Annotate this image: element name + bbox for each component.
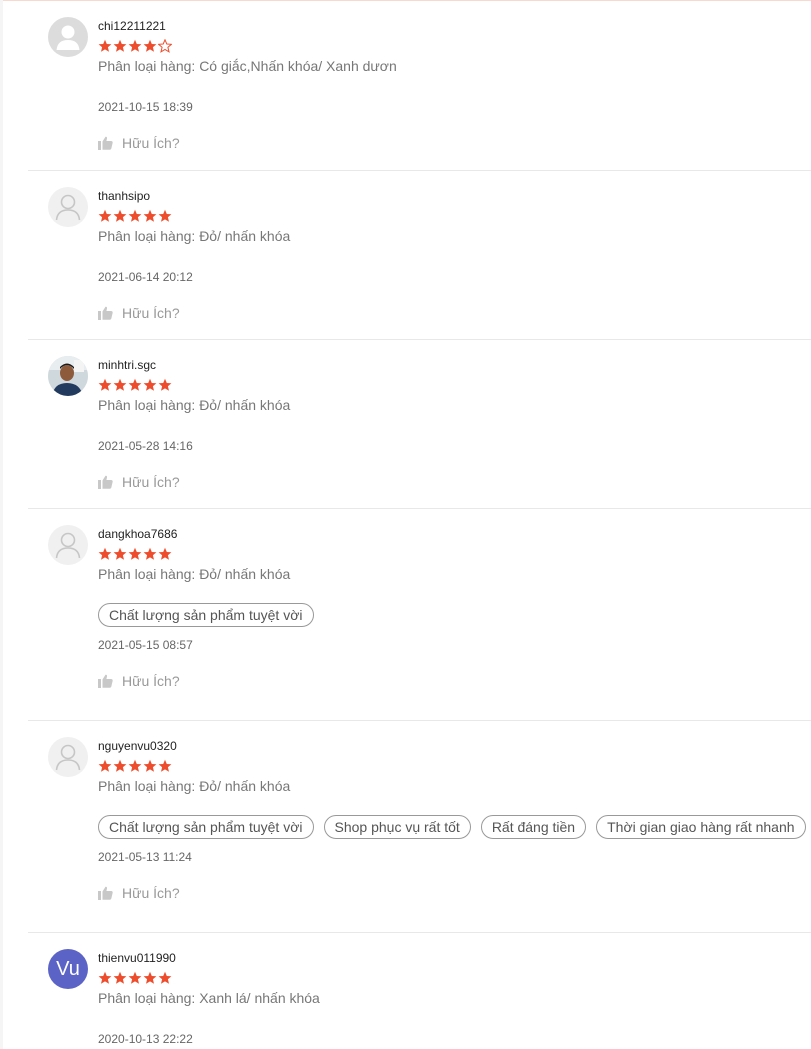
product-variation: Phân loại hàng: Đỏ/ nhấn khóa xyxy=(98,778,291,794)
review-tags: Chất lượng sản phẩm tuyệt vời xyxy=(98,603,811,627)
reviewer-username[interactable]: thanhsipo xyxy=(98,189,811,204)
product-variation: Phân loại hàng: Đỏ/ nhấn khóa xyxy=(98,566,291,582)
thumbs-up-icon xyxy=(98,306,113,320)
product-variation: Phân loại hàng: Đỏ/ nhấn khóa xyxy=(98,228,291,244)
rating-stars xyxy=(98,547,811,561)
product-variation: Phân loại hàng: Xanh lá/ nhấn khóa xyxy=(98,990,320,1006)
helpful-button[interactable]: Hữu Ích? xyxy=(98,305,811,321)
avatar[interactable] xyxy=(48,17,88,57)
review-item: chi12211221 Phân loại hàng: Có giắc,Nhấn… xyxy=(28,1,811,171)
helpful-label: Hữu Ích? xyxy=(122,673,180,689)
rating-stars xyxy=(98,759,811,773)
thumbs-up-icon xyxy=(98,475,113,489)
review-tag: Chất lượng sản phẩm tuyệt vời xyxy=(98,815,314,839)
avatar[interactable] xyxy=(48,737,88,777)
reviewer-username[interactable]: nguyenvu0320 xyxy=(98,739,811,754)
star-filled-icon xyxy=(98,547,112,561)
star-filled-icon xyxy=(113,971,127,985)
review-date: 2021-05-15 08:57 xyxy=(98,638,193,652)
rating-stars xyxy=(98,971,811,985)
avatar[interactable] xyxy=(48,525,88,565)
star-filled-icon xyxy=(98,39,112,53)
star-empty-icon xyxy=(158,39,172,53)
star-filled-icon xyxy=(113,547,127,561)
star-filled-icon xyxy=(143,209,157,223)
star-filled-icon xyxy=(158,378,172,392)
review-date: 2021-06-14 20:12 xyxy=(98,270,193,284)
star-filled-icon xyxy=(113,378,127,392)
star-filled-icon xyxy=(113,209,127,223)
helpful-button[interactable]: Hữu Ích? xyxy=(98,673,811,689)
star-filled-icon xyxy=(128,547,142,561)
thumbs-up-icon xyxy=(98,674,113,688)
review-tag: Shop phục vụ rất tốt xyxy=(323,815,471,839)
review-date: 2021-05-28 14:16 xyxy=(98,439,193,453)
star-filled-icon xyxy=(98,971,112,985)
review-tags: Chất lượng sản phẩm tuyệt vời Shop phục v… xyxy=(98,815,811,839)
rating-stars xyxy=(98,209,811,223)
star-filled-icon xyxy=(113,759,127,773)
review-item: minhtri.sgc Phân loại hàng: Đỏ/ nhấn khó… xyxy=(28,340,811,509)
helpful-label: Hữu Ích? xyxy=(122,885,180,901)
star-filled-icon xyxy=(113,39,127,53)
star-filled-icon xyxy=(143,39,157,53)
review-item: dangkhoa7686 Phân loại hàng: Đỏ/ nhấn kh… xyxy=(28,509,811,721)
review-item: Vu thienvu011990 Phân loại hàng: Xanh lá… xyxy=(28,933,811,1049)
star-filled-icon xyxy=(128,39,142,53)
helpful-button[interactable]: Hữu Ích? xyxy=(98,885,811,901)
product-variation: Phân loại hàng: Đỏ/ nhấn khóa xyxy=(98,397,291,413)
star-filled-icon xyxy=(128,971,142,985)
star-filled-icon xyxy=(143,759,157,773)
review-tag: Chất lượng sản phẩm tuyệt vời xyxy=(98,603,314,627)
product-variation: Phân loại hàng: Có giắc,Nhấn khóa/ Xanh … xyxy=(98,58,397,74)
reviewer-username[interactable]: thienvu011990 xyxy=(98,951,811,966)
avatar[interactable] xyxy=(48,356,88,396)
star-filled-icon xyxy=(98,378,112,392)
helpful-button[interactable]: Hữu Ích? xyxy=(98,474,811,490)
review-date: 2020-10-13 22:22 xyxy=(98,1032,193,1046)
rating-stars xyxy=(98,378,811,392)
review-date: 2021-10-15 18:39 xyxy=(98,100,193,114)
review-item: thanhsipo Phân loại hàng: Đỏ/ nhấn khóa … xyxy=(28,171,811,340)
star-filled-icon xyxy=(158,209,172,223)
star-filled-icon xyxy=(158,547,172,561)
helpful-button[interactable]: Hữu Ích? xyxy=(98,135,811,151)
review-date: 2021-05-13 11:24 xyxy=(98,850,192,864)
helpful-label: Hữu Ích? xyxy=(122,135,180,151)
avatar[interactable]: Vu xyxy=(48,949,88,989)
star-filled-icon xyxy=(128,759,142,773)
helpful-label: Hữu Ích? xyxy=(122,474,180,490)
review-tag: Rất đáng tiền xyxy=(480,815,587,839)
star-filled-icon xyxy=(158,971,172,985)
thumbs-up-icon xyxy=(98,886,113,900)
star-filled-icon xyxy=(98,209,112,223)
reviewer-username[interactable]: chi12211221 xyxy=(98,19,811,34)
reviewer-username[interactable]: minhtri.sgc xyxy=(98,358,811,373)
star-filled-icon xyxy=(128,378,142,392)
star-filled-icon xyxy=(143,378,157,392)
review-tag: Thời gian giao hàng rất nhanh xyxy=(596,815,806,839)
helpful-label: Hữu Ích? xyxy=(122,305,180,321)
thumbs-up-icon xyxy=(98,136,113,150)
reviewer-username[interactable]: dangkhoa7686 xyxy=(98,527,811,542)
rating-stars xyxy=(98,39,811,53)
star-filled-icon xyxy=(143,547,157,561)
star-filled-icon xyxy=(143,971,157,985)
star-filled-icon xyxy=(128,209,142,223)
avatar[interactable] xyxy=(48,187,88,227)
star-filled-icon xyxy=(158,759,172,773)
star-filled-icon xyxy=(98,759,112,773)
review-item: nguyenvu0320 Phân loại hàng: Đỏ/ nhấn kh… xyxy=(28,721,811,933)
reviews-panel: chi12211221 Phân loại hàng: Có giắc,Nhấn… xyxy=(3,0,811,1049)
